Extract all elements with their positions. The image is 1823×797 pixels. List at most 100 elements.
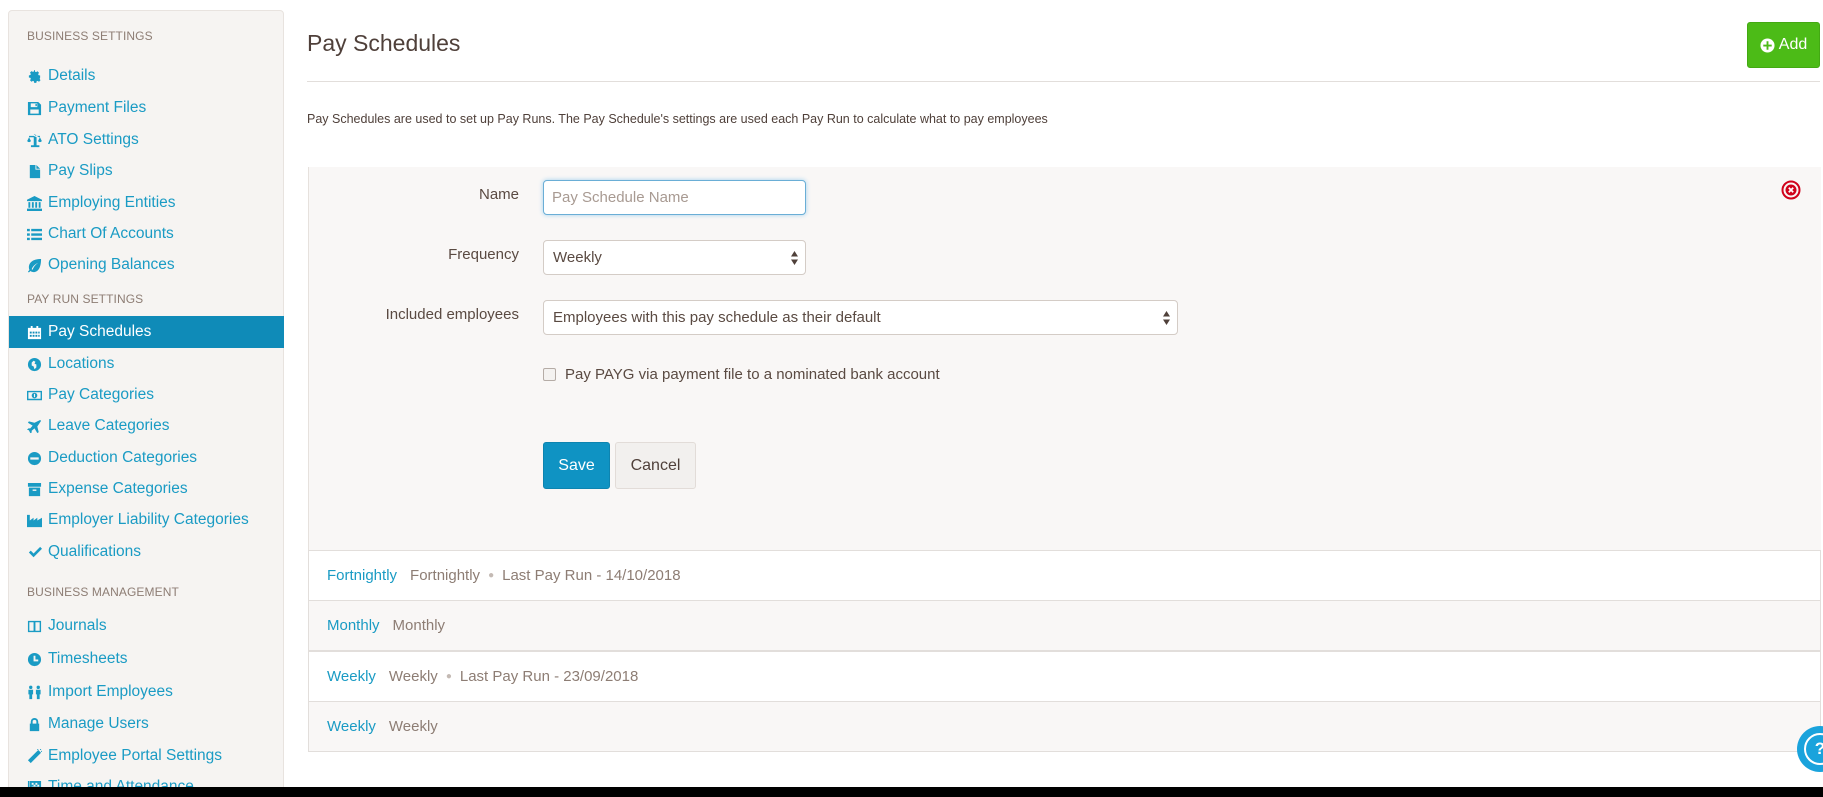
schedule-name-link[interactable]: Monthly bbox=[327, 617, 380, 634]
separator-dot: ● bbox=[488, 570, 495, 581]
check-icon bbox=[26, 544, 42, 560]
header-divider bbox=[307, 81, 1820, 82]
floppy-disk-icon bbox=[26, 100, 42, 116]
sidebar-item-details[interactable]: Details bbox=[9, 60, 284, 92]
gear-icon bbox=[26, 68, 42, 84]
list-icon bbox=[26, 226, 42, 242]
money-icon bbox=[26, 387, 42, 403]
sidebar-item-label: Manage Users bbox=[48, 715, 149, 732]
question-icon: ? bbox=[1804, 733, 1823, 765]
clock-icon bbox=[26, 651, 42, 667]
payg-checkbox[interactable] bbox=[543, 368, 556, 381]
bank-icon bbox=[26, 195, 42, 211]
select-arrows-icon bbox=[1163, 311, 1170, 325]
sidebar-item-label: Deduction Categories bbox=[48, 449, 198, 466]
sidebar-item-label: Pay Categories bbox=[48, 386, 154, 403]
sidebar-item-label: Opening Balances bbox=[48, 256, 175, 273]
schedule-last-pay-run: Last Pay Run - 23/09/2018 bbox=[459, 668, 639, 685]
screen-bottom-bar bbox=[0, 787, 1823, 797]
schedule-row[interactable]: Fortnightly Fortnightly ● Last Pay Run -… bbox=[308, 550, 1821, 601]
page: BUSINESS SETTINGS Details Payment Files … bbox=[0, 0, 1823, 797]
schedule-row[interactable]: Weekly Weekly bbox=[308, 701, 1821, 752]
calendar-icon bbox=[26, 324, 42, 340]
columns-icon bbox=[26, 618, 42, 634]
sidebar-item-employing-entities[interactable]: Employing Entities bbox=[9, 187, 284, 219]
schedule-frequency: Weekly bbox=[388, 718, 438, 735]
cancel-button[interactable]: Cancel bbox=[615, 442, 696, 489]
sidebar-item-label: Qualifications bbox=[48, 543, 142, 560]
included-employees-select[interactable]: Employees with this pay schedule as thei… bbox=[543, 300, 1178, 335]
users-icon bbox=[26, 684, 42, 700]
sidebar-item-label: Employer Liability Categories bbox=[48, 511, 249, 528]
sidebar-item-opening-balances[interactable]: Opening Balances bbox=[9, 249, 284, 281]
sidebar-heading-pay-run-settings: PAY RUN SETTINGS bbox=[27, 292, 144, 306]
remove-form-icon[interactable] bbox=[1781, 180, 1801, 200]
sidebar-item-manage-users[interactable]: Manage Users bbox=[9, 708, 284, 740]
schedule-row[interactable]: Weekly Weekly ● Last Pay Run - 23/09/201… bbox=[308, 651, 1821, 702]
frequency-select[interactable]: Weekly bbox=[543, 240, 806, 275]
sidebar-item-label: Pay Slips bbox=[48, 162, 113, 179]
sidebar-item-label: Payment Files bbox=[48, 99, 147, 116]
sidebar-item-label: Details bbox=[48, 67, 96, 84]
sidebar-item-timesheets[interactable]: Timesheets bbox=[9, 643, 284, 675]
page-description: Pay Schedules are used to set up Pay Run… bbox=[307, 112, 1048, 126]
sidebar-item-label: Employing Entities bbox=[48, 194, 176, 211]
sidebar-item-ato-settings[interactable]: ATO Settings bbox=[9, 124, 284, 156]
add-button[interactable]: Add bbox=[1747, 22, 1820, 68]
save-button[interactable]: Save bbox=[543, 442, 610, 489]
included-employees-label: Included employees bbox=[385, 306, 519, 323]
sidebar-item-pay-slips[interactable]: Pay Slips bbox=[9, 155, 284, 187]
included-employees-value: Employees with this pay schedule as thei… bbox=[553, 309, 881, 326]
schedule-name-link[interactable]: Weekly bbox=[327, 668, 376, 685]
payg-option: Pay PAYG via payment file to a nominated… bbox=[543, 366, 940, 383]
sidebar-item-deduction-categories[interactable]: Deduction Categories bbox=[9, 442, 284, 474]
sidebar-item-journals[interactable]: Journals bbox=[9, 610, 284, 642]
sidebar-item-import-employees[interactable]: Import Employees bbox=[9, 676, 284, 708]
sidebar-item-employee-portal-settings[interactable]: Employee Portal Settings bbox=[9, 740, 284, 772]
sidebar-item-label: Employee Portal Settings bbox=[48, 747, 223, 764]
archive-icon bbox=[26, 481, 42, 497]
sidebar-item-expense-categories[interactable]: Expense Categories bbox=[9, 473, 284, 505]
lock-icon bbox=[26, 716, 42, 732]
plus-circle-icon bbox=[1760, 37, 1775, 53]
separator-dot: ● bbox=[445, 671, 452, 682]
schedule-row[interactable]: Monthly Monthly bbox=[308, 600, 1821, 651]
pay-schedule-name-input[interactable] bbox=[543, 180, 806, 215]
sidebar-item-leave-categories[interactable]: Leave Categories bbox=[9, 410, 284, 442]
add-button-label: Add bbox=[1778, 36, 1808, 53]
sidebar-item-qualifications[interactable]: Qualifications bbox=[9, 536, 284, 568]
leaf-icon bbox=[26, 257, 42, 273]
sidebar-heading-business-management: BUSINESS MANAGEMENT bbox=[27, 585, 179, 599]
frequency-label: Frequency bbox=[448, 246, 519, 263]
sidebar-item-locations[interactable]: Locations bbox=[9, 348, 284, 380]
schedule-name-link[interactable]: Fortnightly bbox=[327, 567, 397, 584]
sidebar-item-payment-files[interactable]: Payment Files bbox=[9, 92, 284, 124]
select-arrows-icon bbox=[791, 251, 798, 265]
name-label: Name bbox=[478, 186, 519, 203]
sidebar-item-label: Expense Categories bbox=[48, 480, 188, 497]
sidebar-item-pay-schedules[interactable]: Pay Schedules bbox=[9, 316, 284, 348]
plane-icon bbox=[26, 418, 42, 434]
payg-label[interactable]: Pay PAYG via payment file to a nominated… bbox=[565, 366, 940, 383]
schedule-last-pay-run: Last Pay Run - 14/10/2018 bbox=[502, 567, 681, 584]
sidebar-item-pay-categories[interactable]: Pay Categories bbox=[9, 379, 284, 411]
sidebar-item-employer-liability-categories[interactable]: Employer Liability Categories bbox=[9, 504, 284, 536]
schedule-frequency: Fortnightly bbox=[410, 567, 481, 584]
sidebar-item-label: Pay Schedules bbox=[48, 323, 152, 340]
schedule-frequency: Weekly bbox=[388, 668, 438, 685]
sidebar-heading-business-settings: BUSINESS SETTINGS bbox=[27, 29, 153, 43]
scales-icon bbox=[26, 132, 42, 148]
sidebar-item-label: Leave Categories bbox=[48, 417, 170, 434]
page-title: Pay Schedules bbox=[307, 30, 461, 56]
magic-wand-icon bbox=[26, 748, 42, 764]
schedule-name-link[interactable]: Weekly bbox=[327, 718, 376, 735]
minus-circle-icon bbox=[26, 450, 42, 466]
sidebar-item-label: Import Employees bbox=[48, 683, 173, 700]
sidebar-item-label: Journals bbox=[48, 617, 107, 634]
schedule-frequency: Monthly bbox=[392, 617, 446, 634]
sidebar: BUSINESS SETTINGS Details Payment Files … bbox=[8, 10, 284, 797]
file-icon bbox=[26, 163, 42, 179]
sidebar-item-chart-of-accounts[interactable]: Chart Of Accounts bbox=[9, 218, 284, 250]
sidebar-item-label: ATO Settings bbox=[48, 131, 139, 148]
globe-icon bbox=[26, 356, 42, 372]
